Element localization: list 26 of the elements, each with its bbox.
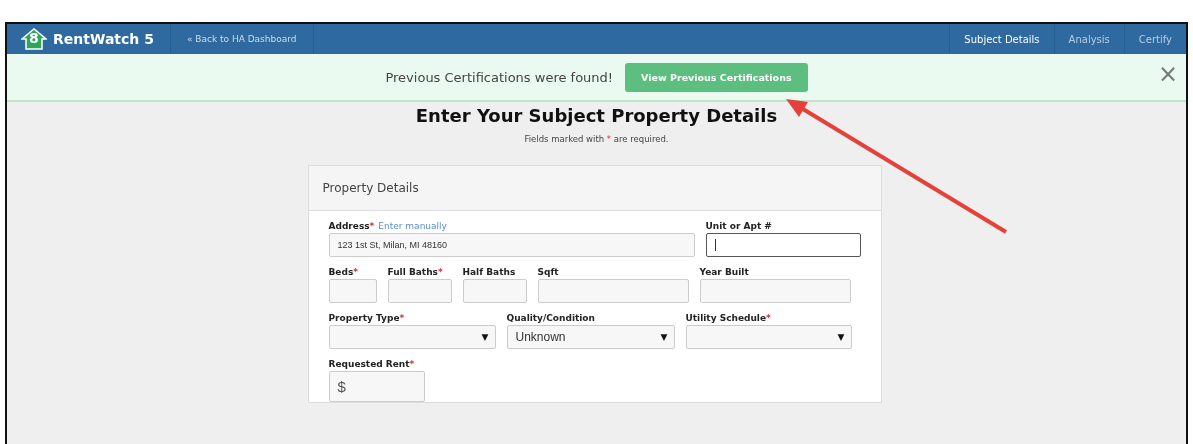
select-dropdown[interactable]: Unknown ▼ [506,325,675,349]
select-dropdown[interactable]: ▼ [328,325,496,349]
card-title: Property Details [322,181,419,195]
field-label: Full Baths* [387,267,443,277]
field-label: Property Type* [328,313,405,323]
logo-digit: 8 [29,31,39,45]
field-label: Requested Rent* [328,359,415,369]
page-title: Enter Your Subject Property Details [415,105,778,126]
field-label: Quality/Condition [506,313,595,323]
input-field[interactable]: 123 1st St, Milan, MI 48160 [328,233,695,257]
field-label: Unit or Apt # [705,221,772,231]
field-label: Address* [328,221,375,231]
field-label: Sqft [537,267,559,277]
enter-manually-link[interactable]: Enter manually [378,221,447,231]
close-button[interactable]: × [1153,62,1182,86]
field-label: Utility Schedule* [685,313,771,323]
required-note: Fields marked with * are required. [524,134,669,144]
brand-name: RentWatch 5 [53,31,154,47]
input-field[interactable] [705,233,861,257]
field-label: Beds* [328,267,358,277]
input-field[interactable]: $ [328,371,425,402]
field-label: Year Built [699,267,749,277]
select-dropdown[interactable]: ▼ [685,325,852,349]
alert-message: Previous Certifications were found! [385,69,614,85]
field-label: Half Baths [462,267,516,277]
house-logo-icon [21,28,47,50]
